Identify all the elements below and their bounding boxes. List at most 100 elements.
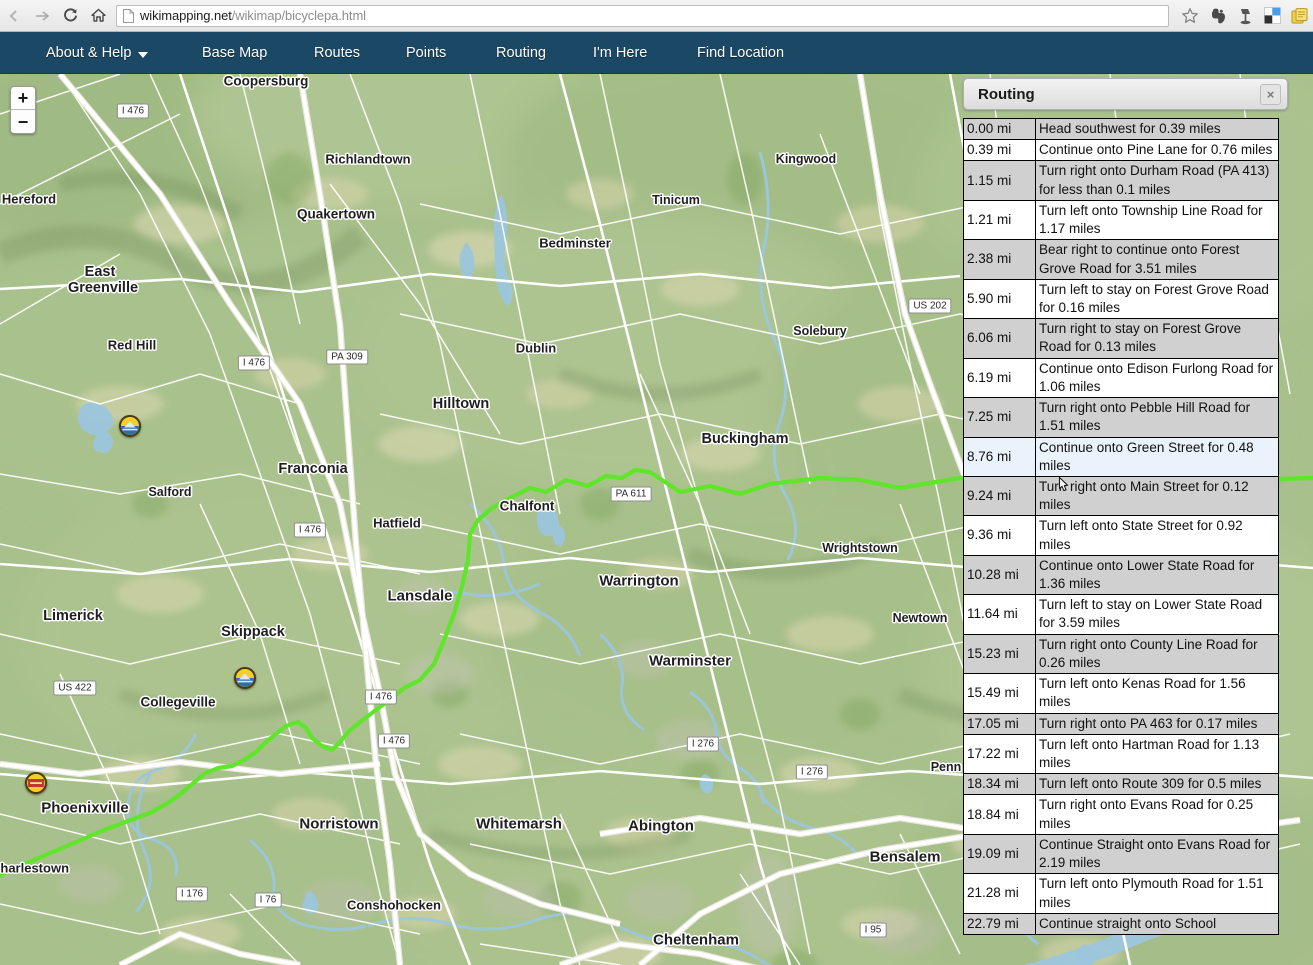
routing-step-row[interactable]: 18.34 mi Turn left onto Route 309 for 0.5… xyxy=(963,773,1279,796)
routing-step-row[interactable]: 2.38 mi Bear right to continue onto Fores… xyxy=(963,239,1279,280)
address-bar[interactable]: wikimapping.net/wikimap/bicyclepa.html xyxy=(116,4,1169,27)
nav-item-label: About & Help xyxy=(46,45,132,61)
back-button[interactable] xyxy=(0,2,28,30)
routing-directions-table: 0.00 mi Head southwest for 0.39 miles 0.39… xyxy=(963,117,1279,935)
routing-step-distance: 9.36 mi xyxy=(963,515,1036,556)
routing-step-instruction: Continue onto Edison Furlong Road for 1.… xyxy=(1035,357,1279,399)
routing-step-instruction: Turn left onto Kenas Road for 1.56 miles xyxy=(1035,673,1279,714)
routing-step-instruction: Turn right onto Durham Road (PA 413) for… xyxy=(1035,160,1279,201)
routing-step-instruction: Bear right to continue onto Forest Grove… xyxy=(1035,239,1279,280)
nav-item-label: I'm Here xyxy=(593,45,648,61)
url-host: wikimapping.net xyxy=(140,8,232,23)
zoom-out-button[interactable]: − xyxy=(11,110,35,133)
lake-boat-marker-icon[interactable] xyxy=(234,667,256,689)
routing-step-distance: 8.76 mi xyxy=(963,436,1036,477)
url-path: /wikimap/bicyclepa.html xyxy=(231,8,366,23)
squares-icon[interactable] xyxy=(1259,2,1286,30)
routing-step-distance: 6.19 mi xyxy=(963,357,1036,399)
nav-item-points[interactable]: Points xyxy=(406,32,446,74)
nav-item-label: Routes xyxy=(314,45,360,61)
browser-toolbar: wikimapping.net/wikimap/bicyclepa.html xyxy=(0,0,1313,32)
routing-step-instruction: Turn right onto County Line Road for 0.2… xyxy=(1035,633,1279,675)
routing-step-instruction: Turn right onto Evans Road for 0.25 mile… xyxy=(1035,794,1279,835)
routing-step-instruction: Turn right onto Main Street for 0.12 mil… xyxy=(1035,475,1279,517)
routing-step-instruction: Turn left to stay on Lower State Road fo… xyxy=(1035,594,1279,635)
routing-step-row[interactable]: 15.49 mi Turn left onto Kenas Road for 1.… xyxy=(963,673,1279,714)
pocket-lamp-icon[interactable] xyxy=(1232,2,1259,30)
routing-step-row[interactable]: 10.28 mi Continue onto Lower State Road f… xyxy=(963,554,1279,596)
nav-item-label: Routing xyxy=(496,45,546,61)
reload-button[interactable] xyxy=(56,2,84,30)
nav-item-label: Find Location xyxy=(697,45,785,61)
routing-step-distance: 10.28 mi xyxy=(963,554,1036,596)
routing-step-instruction: Continue onto Lower State Road for 1.36 … xyxy=(1035,554,1279,596)
nav-item-routes[interactable]: Routes xyxy=(314,32,360,74)
routing-step-instruction: Turn right onto PA 463 for 0.17 miles xyxy=(1035,712,1279,735)
routing-step-instruction: Turn right onto Pebble Hill Road for 1.5… xyxy=(1035,397,1279,438)
routing-step-row[interactable]: 17.22 mi Turn left onto Hartman Road for … xyxy=(963,733,1279,775)
routing-step-row[interactable]: 1.21 mi Turn left onto Township Line Road… xyxy=(963,199,1279,241)
routing-step-row[interactable]: 17.05 mi Turn right onto PA 463 for 0.17 … xyxy=(963,712,1279,735)
routing-panel-header: Routing × xyxy=(963,78,1288,110)
routing-step-distance: 2.38 mi xyxy=(963,239,1036,280)
site-navigation-bar: About & Help Base Map Routes Points Routing I… xyxy=(0,32,1313,74)
home-button[interactable] xyxy=(84,2,112,30)
nav-item-find-location[interactable]: Find Location xyxy=(697,32,784,74)
routing-step-row[interactable]: 9.36 mi Turn left onto State Street for 0… xyxy=(963,515,1279,556)
routing-step-distance: 1.21 mi xyxy=(963,199,1036,241)
routing-step-instruction: Turn left onto Township Line Road for 1.… xyxy=(1035,199,1279,241)
notes-icon[interactable] xyxy=(1286,2,1313,30)
nav-item-i-m-here[interactable]: I'm Here xyxy=(593,32,647,74)
routing-step-distance: 18.84 mi xyxy=(963,794,1036,835)
nav-item-label: Points xyxy=(406,45,447,61)
close-icon[interactable]: × xyxy=(1260,84,1281,105)
nav-item-about-help[interactable]: About & Help xyxy=(46,32,149,74)
routing-step-row[interactable]: 8.76 mi Continue onto Green Street for 0.… xyxy=(963,436,1279,477)
routing-step-distance: 22.79 mi xyxy=(963,912,1036,935)
routing-step-instruction: Turn left to stay on Forest Grove Road f… xyxy=(1035,278,1279,320)
map-zoom-control[interactable]: + − xyxy=(10,86,36,134)
routing-step-distance: 17.05 mi xyxy=(963,712,1036,735)
routing-step-distance: 0.00 mi xyxy=(963,117,1036,141)
page-document-icon xyxy=(123,8,134,23)
routing-step-instruction: Head southwest for 0.39 miles xyxy=(1035,117,1279,141)
routing-step-row[interactable]: 0.00 mi Head southwest for 0.39 miles xyxy=(963,117,1279,141)
routing-step-distance: 7.25 mi xyxy=(963,397,1036,438)
routing-step-distance: 6.06 mi xyxy=(963,318,1036,359)
nav-item-base-map[interactable]: Base Map xyxy=(202,32,267,74)
routing-step-instruction: Continue Straight onto Evans Road for 2.… xyxy=(1035,833,1279,875)
routing-step-instruction: Turn left onto State Street for 0.92 mil… xyxy=(1035,515,1279,556)
routing-step-row[interactable]: 6.19 mi Continue onto Edison Furlong Road… xyxy=(963,357,1279,399)
routing-step-row[interactable]: 19.09 mi Continue Straight onto Evans Roa… xyxy=(963,833,1279,875)
bookmark-star-icon[interactable] xyxy=(1175,2,1205,30)
routing-step-distance: 9.24 mi xyxy=(963,475,1036,517)
routing-step-row[interactable]: 0.39 mi Continue onto Pine Lane for 0.76 … xyxy=(963,139,1279,162)
routing-step-row[interactable]: 18.84 mi Turn right onto Evans Road for 0… xyxy=(963,794,1279,835)
zoom-in-button[interactable]: + xyxy=(11,87,35,110)
routing-step-row[interactable]: 11.64 mi Turn left to stay on Lower State… xyxy=(963,594,1279,635)
routing-panel[interactable]: Routing × 0.00 mi Head southwest for 0.39… xyxy=(963,78,1313,935)
routing-step-row[interactable]: 6.06 mi Turn right to stay on Forest Grov… xyxy=(963,318,1279,359)
routing-step-instruction: Continue straight onto School xyxy=(1035,912,1279,935)
url-text: wikimapping.net/wikimap/bicyclepa.html xyxy=(140,8,366,23)
routing-step-row[interactable]: 7.25 mi Turn right onto Pebble Hill Road … xyxy=(963,397,1279,438)
routing-step-row[interactable]: 21.28 mi Turn left onto Plymouth Road for… xyxy=(963,873,1279,914)
routing-step-distance: 0.39 mi xyxy=(963,139,1036,162)
routing-step-distance: 15.49 mi xyxy=(963,673,1036,714)
routing-step-instruction: Continue onto Green Street for 0.48 mile… xyxy=(1035,436,1279,477)
routing-step-instruction: Continue onto Pine Lane for 0.76 miles xyxy=(1035,139,1279,162)
nav-item-routing[interactable]: Routing xyxy=(496,32,546,74)
routing-step-row[interactable]: 9.24 mi Turn right onto Main Street for 0… xyxy=(963,475,1279,517)
routing-step-instruction: Turn left onto Hartman Road for 1.13 mil… xyxy=(1035,733,1279,775)
routing-step-instruction: Turn right to stay on Forest Grove Road … xyxy=(1035,318,1279,359)
evernote-elephant-icon[interactable] xyxy=(1205,2,1232,30)
lake-boat-marker-icon[interactable] xyxy=(119,415,141,437)
chevron-down-icon xyxy=(138,51,149,58)
routing-step-row[interactable]: 22.79 mi Continue straight onto School xyxy=(963,912,1279,935)
routing-step-row[interactable]: 1.15 mi Turn right onto Durham Road (PA 4… xyxy=(963,160,1279,201)
forward-button[interactable] xyxy=(28,2,56,30)
routing-step-row[interactable]: 15.23 mi Turn right onto County Line Road… xyxy=(963,633,1279,675)
routing-panel-title: Routing xyxy=(978,85,1035,103)
red-bar-marker-icon[interactable] xyxy=(25,772,47,794)
routing-step-row[interactable]: 5.90 mi Turn left to stay on Forest Grove… xyxy=(963,278,1279,320)
